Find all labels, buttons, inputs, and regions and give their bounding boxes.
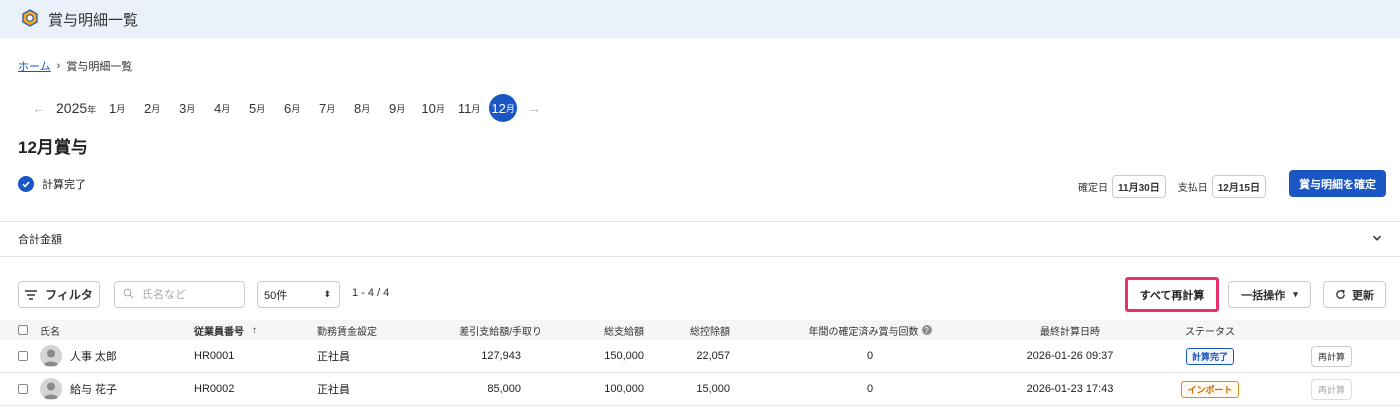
avatar <box>40 345 62 367</box>
col-gross[interactable]: 総支給額 <box>560 320 644 340</box>
last-calc-time: 2026-01-26 09:37 <box>1026 350 1114 362</box>
bulk-actions-button[interactable]: 一括操作 ▾ <box>1228 281 1311 308</box>
sort-asc-icon: ↑ <box>252 324 257 336</box>
avatar <box>40 378 62 400</box>
confirm-bonus-button[interactable]: 賞与明細を確定 <box>1289 170 1386 197</box>
select-arrows-icon: ⬍ <box>323 289 331 299</box>
search-box[interactable] <box>114 281 245 308</box>
col-employee-no[interactable]: 従業員番号 ↑ <box>194 320 257 340</box>
month-2[interactable]: 2月 <box>137 94 167 122</box>
month-1[interactable]: 1月 <box>102 94 132 122</box>
breadcrumb-current: 賞与明細一覧 <box>66 61 133 73</box>
month-11[interactable]: 11 月 <box>453 94 485 122</box>
filter-icon <box>25 289 38 300</box>
recalculate-button[interactable]: 再計算 <box>1311 345 1353 367</box>
recalculate-button: 再計算 <box>1311 378 1353 400</box>
row-checkbox[interactable] <box>18 384 28 394</box>
app-title: 賞与明細一覧 <box>48 11 139 29</box>
wage-setting: 正社員 <box>317 384 350 396</box>
next-arrow-icon[interactable]: → <box>525 100 543 116</box>
search-icon <box>123 288 134 302</box>
pagination-range: 1 - 4 / 4 <box>352 287 390 299</box>
net-pay: 127,943 <box>481 350 521 362</box>
employee-name[interactable]: 人事 太郎 <box>70 348 117 364</box>
chevron-down-icon[interactable] <box>1372 233 1382 246</box>
pay-date-label: 支払日 <box>1177 183 1208 194</box>
bonus-count: 0 <box>866 383 874 395</box>
refresh-button[interactable]: 更新 <box>1323 281 1386 308</box>
status-label: 計算完了 <box>42 179 86 191</box>
confirm-date-value: 11月30日 <box>1112 175 1166 198</box>
chevron-right-icon: › <box>56 60 61 72</box>
col-net-pay[interactable]: 差引支給額/手取り <box>420 320 542 340</box>
month-5[interactable]: 5月 <box>242 94 272 122</box>
filter-button[interactable]: フィルタ <box>18 281 100 308</box>
caret-down-icon: ▾ <box>1293 289 1298 299</box>
bonus-count: 0 <box>866 350 874 362</box>
month-3[interactable]: 3月 <box>172 94 202 122</box>
month-9[interactable]: 9月 <box>382 94 412 122</box>
col-name[interactable]: 氏名 <box>40 320 60 340</box>
search-input[interactable] <box>142 288 242 301</box>
col-status[interactable]: ステータス <box>1170 320 1250 340</box>
employee-no: HR0001 <box>194 350 235 362</box>
calc-status: 計算完了 <box>18 176 86 192</box>
prev-arrow-icon[interactable]: ← <box>30 100 48 116</box>
deduction: 15,000 <box>696 383 730 395</box>
select-all-checkbox[interactable] <box>18 325 28 335</box>
status-badge: インポート <box>1181 380 1239 398</box>
employee-name[interactable]: 給与 花子 <box>70 381 117 397</box>
app-header: 賞与明細一覧 <box>0 0 1400 38</box>
deduction: 22,057 <box>696 350 730 362</box>
col-deduction[interactable]: 総控除額 <box>650 320 730 340</box>
status-badge: 計算完了 <box>1185 347 1234 365</box>
month-6[interactable]: 6月 <box>277 94 307 122</box>
month-navigator: ← 2025年 1月 2月 3月 4月 5月 6月 7月 8月 9月 10 月 1… <box>30 94 543 122</box>
row-checkbox[interactable] <box>18 351 28 361</box>
month-10[interactable]: 10 月 <box>417 94 449 122</box>
bonus-table: 氏名 従業員番号 ↑ 勤務賃金設定 差引支給額/手取り 総支給額 総控除額 年間の… <box>0 320 1400 406</box>
table-header: 氏名 従業員番号 ↑ 勤務賃金設定 差引支給額/手取り 総支給額 総控除額 年間の… <box>0 320 1400 340</box>
pay-date-value: 12月15日 <box>1211 175 1266 198</box>
gross-pay: 100,000 <box>604 383 644 395</box>
totals-label: 合計金額 <box>18 234 62 246</box>
breadcrumb: ホーム › 賞与明細一覧 <box>18 58 132 74</box>
dates-group: 確定日 11月30日 支払日 12月15日 <box>1078 175 1266 198</box>
col-annual-bonus-count[interactable]: 年間の確定済み賞与回数? <box>780 320 960 340</box>
totals-accordion[interactable]: 合計金額 <box>0 221 1400 257</box>
table-row[interactable]: 給与 花子 HR0002 正社員 85,000 100,000 15,000 0… <box>0 373 1400 406</box>
refresh-label: 更新 <box>1352 289 1374 302</box>
last-calc-time: 2026-01-23 17:43 <box>1026 383 1114 395</box>
gross-pay: 150,000 <box>604 350 644 362</box>
month-12-selected[interactable]: 12 月 <box>489 94 518 122</box>
wage-setting: 正社員 <box>317 351 350 363</box>
year-label: 2025年 <box>56 100 97 116</box>
page-title: 12月賞与 <box>18 138 88 157</box>
month-4[interactable]: 4月 <box>207 94 237 122</box>
list-toolbar: フィルタ 50件 ⬍ 1 - 4 / 4 すべて再計算 一括操作 ▾ 更新 <box>18 277 1386 312</box>
filter-label: フィルタ <box>45 288 93 302</box>
month-8[interactable]: 8月 <box>347 94 377 122</box>
check-circle-icon <box>18 176 34 192</box>
breadcrumb-home-link[interactable]: ホーム <box>18 58 51 74</box>
refresh-icon <box>1336 289 1345 299</box>
col-last-calc[interactable]: 最終計算日時 <box>1010 320 1130 340</box>
table-row[interactable]: 人事 太郎 HR0001 正社員 127,943 150,000 22,057 … <box>0 340 1400 373</box>
per-page-select[interactable]: 50件 ⬍ <box>257 281 340 308</box>
bonus-badge-icon <box>20 9 40 29</box>
col-wage-setting[interactable]: 勤務賃金設定 <box>317 320 377 340</box>
bulk-actions-label: 一括操作 <box>1241 289 1286 302</box>
net-pay: 85,000 <box>487 383 521 395</box>
recalculate-all-button[interactable]: すべて再計算 <box>1125 277 1219 312</box>
help-icon[interactable]: ? <box>921 325 932 335</box>
per-page-value: 50件 <box>264 289 288 302</box>
month-7[interactable]: 7月 <box>312 94 342 122</box>
employee-no: HR0002 <box>194 383 235 395</box>
confirm-date-label: 確定日 <box>1078 183 1109 194</box>
